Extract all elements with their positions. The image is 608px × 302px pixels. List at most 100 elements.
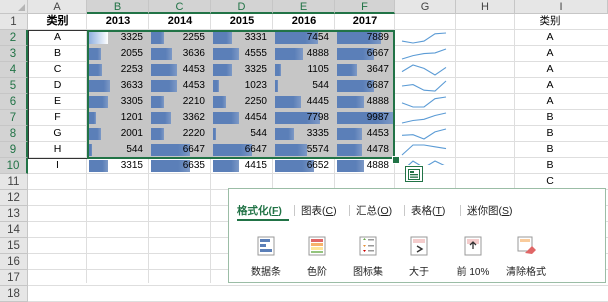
tab-separator (404, 205, 405, 216)
category-cell[interactable]: A (28, 30, 87, 45)
spreadsheet: ABCDEFGHI 1 2 3 4 5 6 7 8 9 10 11 12 13 14 15 16 17 18 类别… (0, 0, 608, 302)
row-header-13[interactable]: 13 (0, 206, 28, 222)
category-header[interactable]: 类别 (28, 14, 87, 29)
tab-separator (349, 205, 350, 216)
category-cell[interactable]: F (28, 110, 87, 125)
column-i-cell[interactable]: B (515, 142, 585, 157)
column-i-cell[interactable]: A (515, 46, 585, 61)
data-value[interactable]: 6652 (275, 158, 329, 173)
tool-label: 图标集 (353, 267, 383, 278)
column-i-cell[interactable]: A (515, 94, 585, 109)
tool-data-bars[interactable]: 数据条 (241, 235, 291, 279)
fill-handle[interactable] (392, 156, 400, 164)
tab-format[interactable]: 格式化(F) (237, 203, 282, 218)
column-i-cell[interactable]: B (515, 158, 585, 173)
column-header-b[interactable]: B (87, 0, 149, 14)
clear-format-icon (515, 235, 537, 257)
tab-label: 图表( (301, 205, 326, 217)
year-header-2016[interactable]: 2016 (273, 14, 335, 29)
row-header-16[interactable]: 16 (0, 254, 28, 270)
category-cell[interactable]: C (28, 62, 87, 77)
sparkline (401, 80, 447, 92)
tab-label-suffix: ) (333, 205, 337, 217)
category-cell[interactable]: E (28, 94, 87, 109)
tab-label-suffix: ) (278, 205, 282, 217)
year-header-2015[interactable]: 2015 (211, 14, 273, 29)
sparkline (401, 112, 447, 124)
tool-icon-set[interactable]: 图标集 (343, 235, 393, 279)
tab-label-suffix: ) (441, 205, 446, 217)
tab-label: 汇总( (356, 205, 381, 217)
row-header-10[interactable]: 10 (0, 158, 28, 174)
row-header-4[interactable]: 4 (0, 62, 28, 78)
row-header-8[interactable]: 8 (0, 126, 28, 142)
year-header-2014[interactable]: 2014 (149, 14, 211, 29)
row-header-7[interactable]: 7 (0, 110, 28, 126)
tab-separator (460, 205, 461, 216)
sparkline (401, 96, 447, 108)
tool-greater-than[interactable]: 大于 (394, 235, 444, 279)
sparklines (401, 32, 447, 165)
row-header-11[interactable]: 11 (0, 174, 28, 190)
category-cell[interactable]: I (28, 158, 87, 173)
column-header-f[interactable]: F (335, 0, 395, 14)
column-i-cell[interactable]: C (515, 174, 585, 189)
column-header-e[interactable]: E (273, 0, 335, 14)
row-header-5[interactable]: 5 (0, 78, 28, 94)
category-cell[interactable]: G (28, 126, 87, 141)
category-cell[interactable]: H (28, 142, 87, 157)
category-cell[interactable]: B (28, 46, 87, 61)
category-cell[interactable]: D (28, 78, 87, 93)
data-value[interactable]: 6635 (151, 158, 205, 173)
column-i-cell[interactable]: A (515, 62, 585, 77)
tab-charts[interactable]: 图表(C) (301, 203, 337, 218)
row-header-6[interactable]: 6 (0, 94, 28, 110)
column-i-cell[interactable]: A (515, 78, 585, 93)
data-value[interactable]: 4415 (213, 158, 267, 173)
color-scale-icon (306, 235, 328, 257)
row-header-2[interactable]: 2 (0, 30, 28, 46)
tab-shortcut-key: O (380, 205, 389, 217)
tool-label: 清除格式 (506, 267, 546, 278)
row-header-1[interactable]: 1 (0, 14, 28, 30)
tab-shortcut-key: C (325, 205, 334, 217)
tool-clear-format[interactable]: 清除格式 (501, 235, 551, 279)
tool-top-10-percent[interactable]: 前 10% (448, 235, 498, 279)
column-header-h[interactable]: H (456, 0, 515, 14)
row-header-3[interactable]: 3 (0, 46, 28, 62)
data-value[interactable]: 3315 (89, 158, 143, 173)
column-i-cell[interactable]: B (515, 126, 585, 141)
column-i-header[interactable]: 类别 (515, 14, 585, 29)
quick-analysis-button[interactable] (405, 166, 423, 182)
tab-separator (294, 205, 295, 216)
selection-border (87, 30, 395, 159)
gridline-horizontal (28, 285, 608, 286)
tab-sparklines[interactable]: 迷你图(S) (467, 203, 513, 218)
year-header-2017[interactable]: 2017 (335, 14, 395, 29)
tool-label: 色阶 (307, 267, 327, 278)
column-header-c[interactable]: C (149, 0, 211, 14)
sparkline (401, 64, 447, 76)
year-header-2013[interactable]: 2013 (87, 14, 149, 29)
top-10-percent-icon (462, 235, 484, 257)
row-header-9[interactable]: 9 (0, 142, 28, 158)
data-value[interactable]: 4888 (337, 158, 389, 173)
quick-analysis-icon (408, 168, 420, 180)
column-header-i[interactable]: I (515, 0, 608, 14)
row-header-12[interactable]: 12 (0, 190, 28, 206)
tab-tables[interactable]: 表格(T) (411, 203, 445, 218)
column-header-a[interactable]: A (28, 0, 87, 14)
tool-label: 大于 (409, 267, 429, 278)
row-header-18[interactable]: 18 (0, 286, 28, 302)
row-header-14[interactable]: 14 (0, 222, 28, 238)
column-i-cell[interactable]: B (515, 110, 585, 125)
column-header-d[interactable]: D (211, 0, 273, 14)
tab-totals[interactable]: 汇总(O) (356, 203, 392, 218)
row-header-17[interactable]: 17 (0, 270, 28, 286)
column-header-g[interactable]: G (395, 0, 456, 14)
tool-label: 前 10% (456, 267, 490, 278)
tool-color-scale[interactable]: 色阶 (292, 235, 342, 279)
select-all-corner[interactable] (0, 0, 28, 14)
row-header-15[interactable]: 15 (0, 238, 28, 254)
column-i-cell[interactable]: A (515, 30, 585, 45)
